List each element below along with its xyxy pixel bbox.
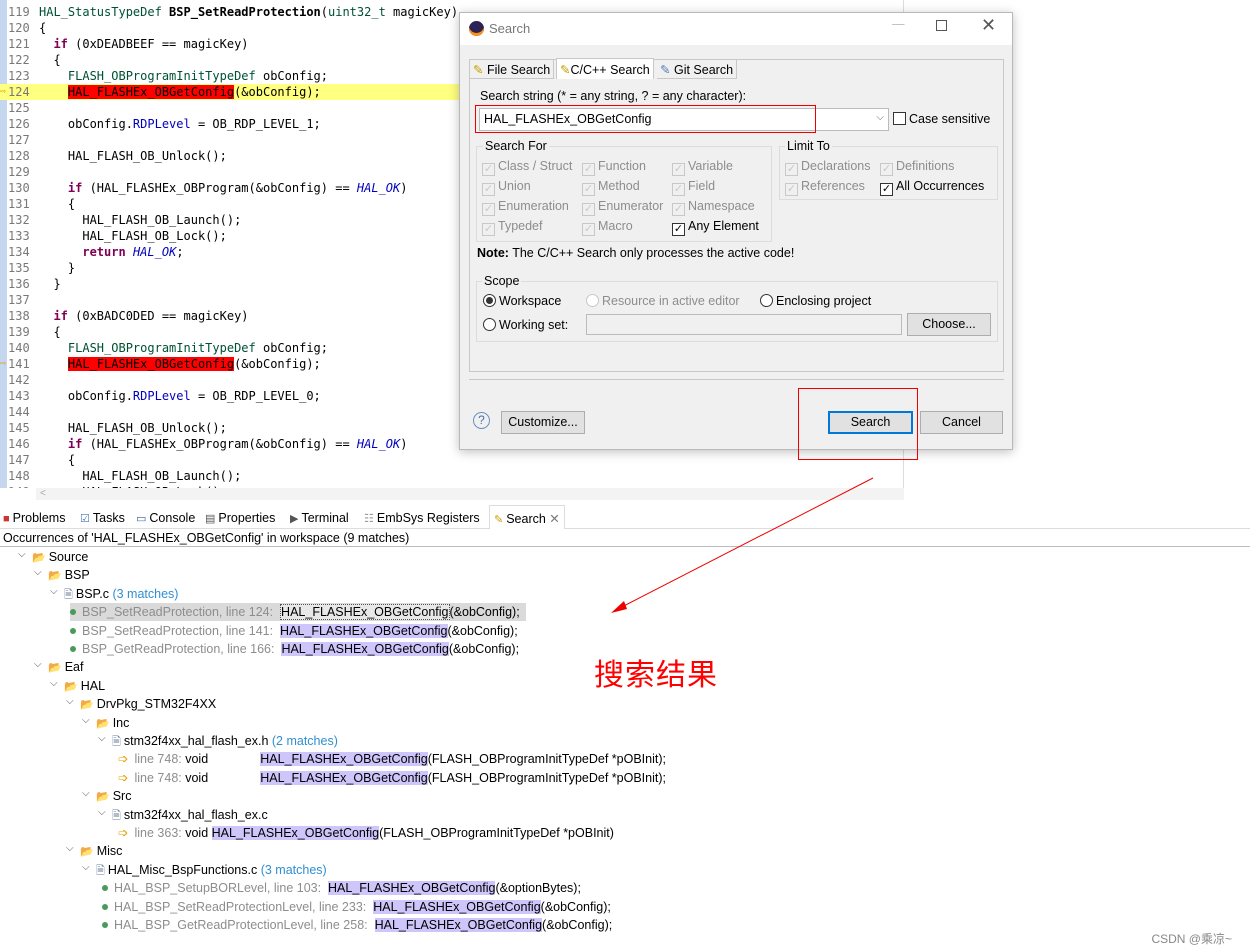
watermark: CSDN @乘凉~ <box>1151 932 1232 946</box>
annotation-arrow <box>611 477 874 613</box>
annotation-text: 搜索结果 <box>594 658 718 693</box>
